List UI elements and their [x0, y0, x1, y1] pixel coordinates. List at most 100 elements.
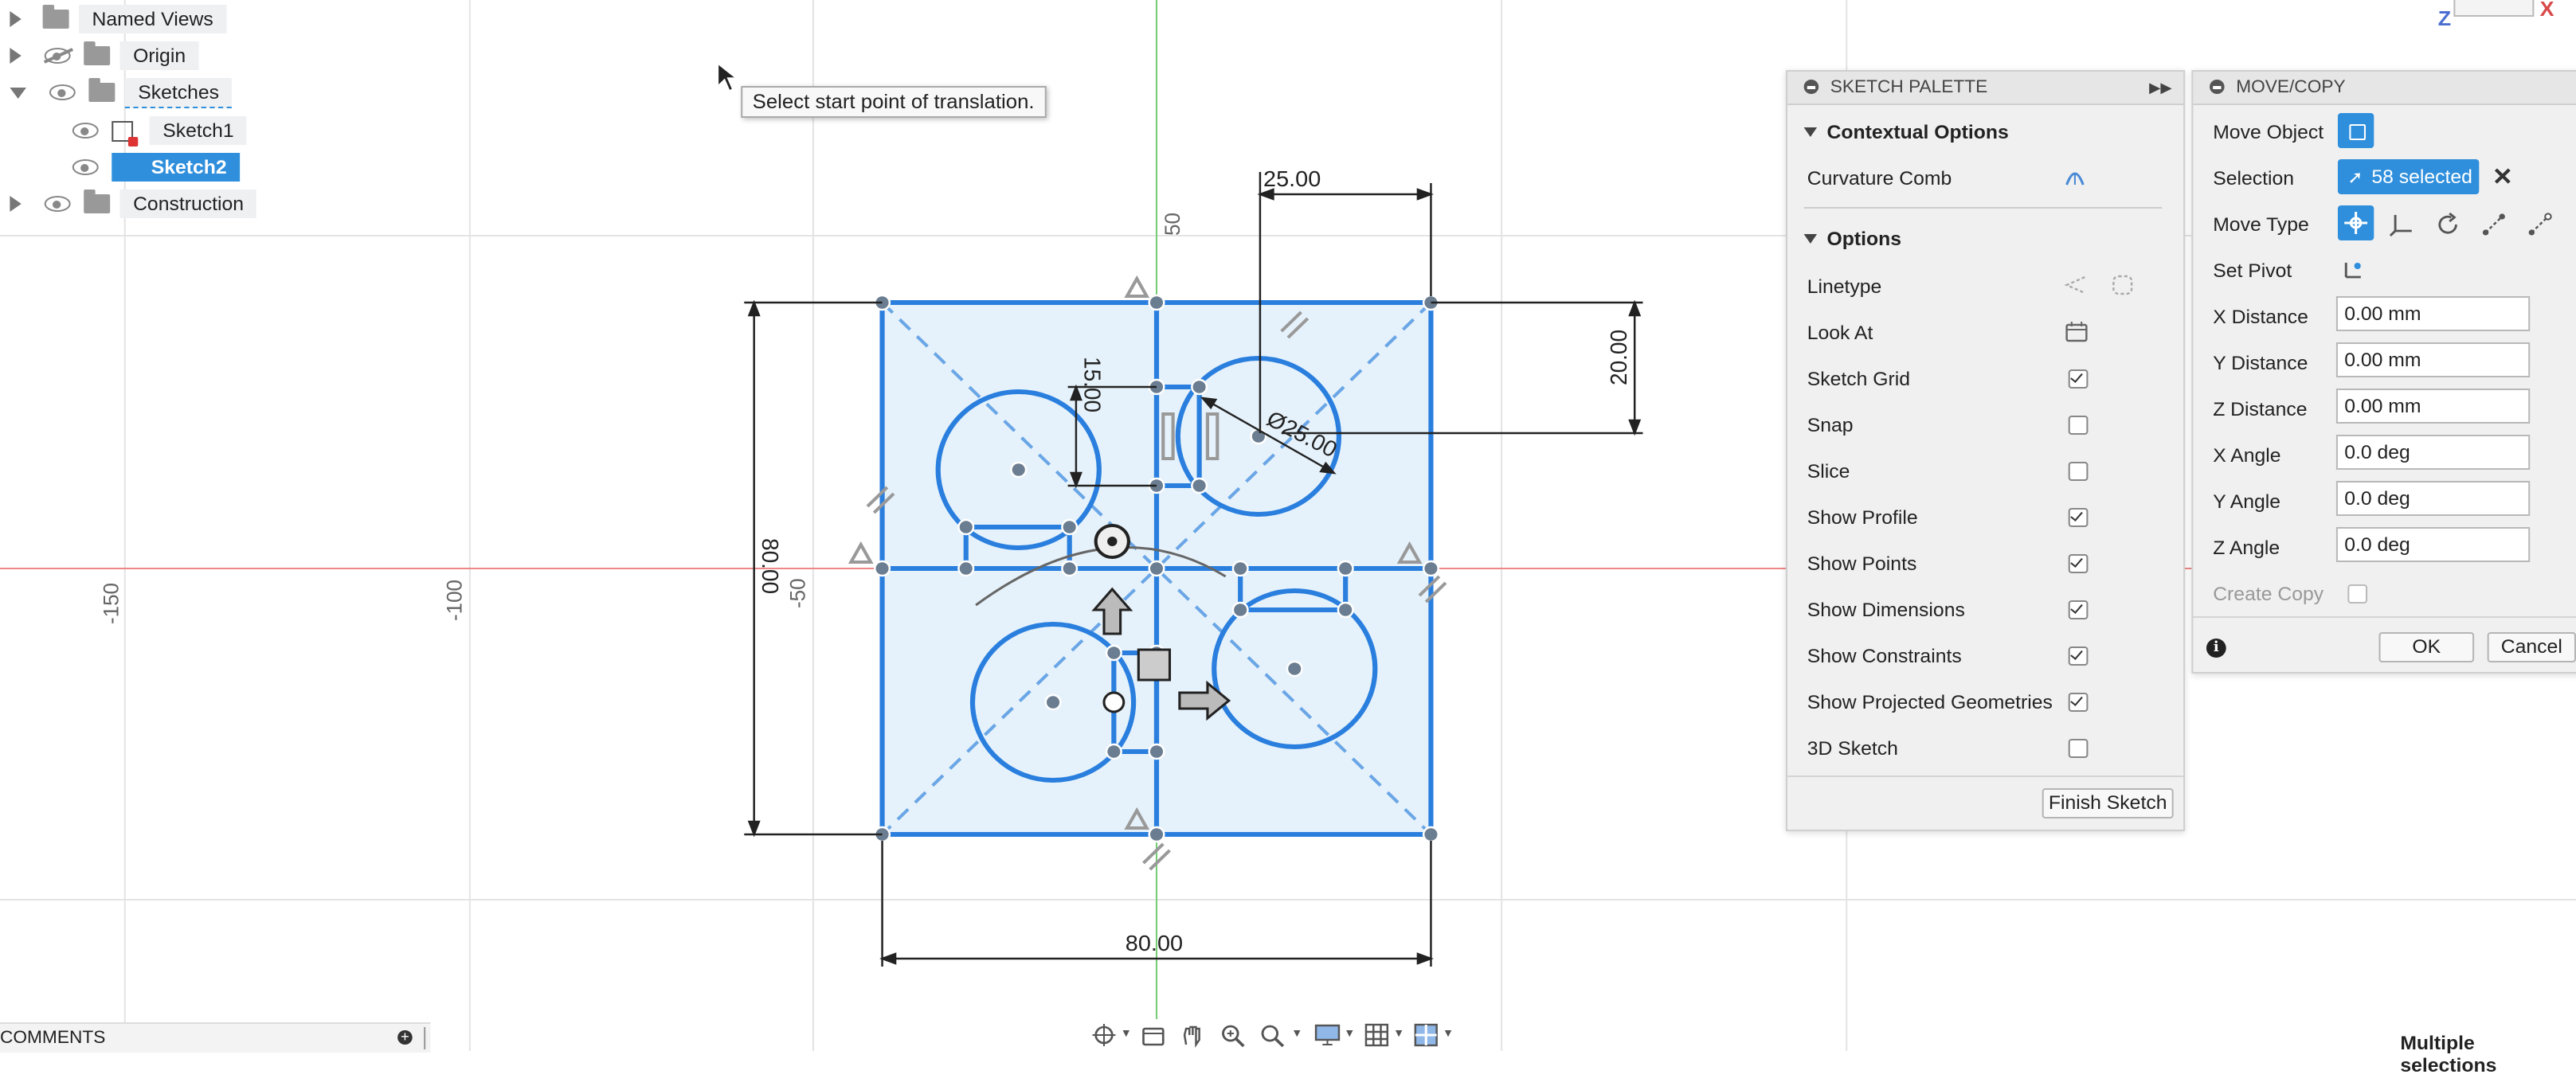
- orbit-icon[interactable]: [1091, 1022, 1118, 1048]
- z-angle-input[interactable]: 0.0 deg: [2335, 527, 2531, 562]
- chevron-down-icon[interactable]: ▼: [1344, 1029, 1355, 1040]
- cancel-button[interactable]: Cancel: [2487, 632, 2576, 662]
- viewports-icon[interactable]: [1413, 1022, 1439, 1048]
- move-type-translate-icon[interactable]: [2389, 212, 2415, 237]
- dim-80-horizontal[interactable]: 80.00: [1126, 931, 1183, 956]
- view-cube[interactable]: [2453, 0, 2535, 17]
- option-show-projected-label: Show Projected Geometries: [1807, 691, 2053, 713]
- expand-arrows-icon[interactable]: ▶▶: [2149, 72, 2172, 104]
- dim-80-vertical[interactable]: 80.00: [757, 538, 782, 594]
- look-at-icon[interactable]: [1140, 1022, 1166, 1048]
- show-profile-checkbox[interactable]: [2068, 508, 2089, 527]
- linetype-icon[interactable]: [2064, 274, 2087, 296]
- expand-icon[interactable]: [10, 11, 22, 27]
- tree-item-sketch2[interactable]: Sketch2: [72, 151, 241, 183]
- move-type-rotate-icon[interactable]: [2435, 212, 2461, 237]
- show-points-checkbox[interactable]: [2068, 554, 2089, 573]
- show-dimensions-checkbox[interactable]: [2068, 600, 2089, 619]
- y-angle-input[interactable]: 0.0 deg: [2335, 481, 2531, 516]
- eye-icon[interactable]: [72, 159, 99, 175]
- navigation-toolbar: ▼ ▼ ▼ ▼ ▼: [1084, 1019, 1455, 1051]
- chevron-down-icon[interactable]: ▼: [1393, 1029, 1404, 1040]
- collapse-icon[interactable]: [10, 87, 26, 98]
- y-distance-label: Y Distance: [2213, 352, 2308, 374]
- tree-item-origin[interactable]: Origin: [10, 40, 199, 72]
- create-copy-checkbox[interactable]: [2347, 584, 2368, 604]
- sketch-viewport[interactable]: -150 -100 -50 50 25.00 20.00 15.00 Ø25.0…: [0, 0, 2576, 1086]
- create-copy-label: Create Copy: [2213, 583, 2324, 605]
- pan-icon[interactable]: [1180, 1022, 1206, 1048]
- finish-sketch-button[interactable]: Finish Sketch: [2042, 788, 2174, 818]
- chevron-down-icon[interactable]: ▼: [1291, 1029, 1302, 1040]
- collapse-icon[interactable]: [2210, 80, 2225, 94]
- info-icon[interactable]: i: [2206, 639, 2226, 658]
- axis-label-neg50: -50: [785, 578, 809, 608]
- slice-checkbox[interactable]: [2068, 462, 2089, 481]
- viewcube-z-label: Z: [2437, 6, 2452, 30]
- move-type-point-to-point-icon[interactable]: [2480, 212, 2507, 237]
- sketch-palette: SKETCH PALETTE ▶▶ Contextual Options Cur…: [1785, 70, 2186, 831]
- tree-item-sketch1[interactable]: Sketch1: [72, 115, 248, 146]
- eye-icon[interactable]: [49, 84, 76, 100]
- z-distance-label: Z Distance: [2213, 398, 2308, 420]
- dim-20[interactable]: 20.00: [1606, 330, 1631, 385]
- divider: [424, 1027, 426, 1049]
- look-at-icon[interactable]: [2065, 320, 2089, 342]
- 3d-sketch-checkbox[interactable]: [2068, 739, 2089, 758]
- comments-bar[interactable]: COMMENTS +: [0, 1022, 431, 1053]
- sketch-grid-checkbox[interactable]: [2068, 369, 2089, 389]
- dim-15[interactable]: 15.00: [1079, 357, 1104, 412]
- expand-icon[interactable]: [10, 48, 22, 64]
- y-distance-input[interactable]: 0.00 mm: [2335, 342, 2531, 377]
- option-look-at-label: Look At: [1807, 322, 1873, 344]
- section-options[interactable]: Options: [1803, 228, 1901, 250]
- dim-25[interactable]: 25.00: [1263, 166, 1321, 192]
- curvature-comb-icon[interactable]: [2064, 166, 2087, 188]
- x-distance-input[interactable]: 0.00 mm: [2335, 296, 2531, 331]
- clear-selection-icon[interactable]: ✕: [2492, 162, 2513, 191]
- show-projected-checkbox[interactable]: [2068, 693, 2089, 712]
- x-angle-input[interactable]: 0.0 deg: [2335, 435, 2531, 470]
- move-type-free[interactable]: [2337, 205, 2374, 240]
- move-object-selector[interactable]: [2337, 113, 2374, 148]
- divider: [2193, 616, 2576, 618]
- expand-icon[interactable]: [10, 196, 22, 212]
- display-settings-icon[interactable]: [1314, 1022, 1341, 1048]
- collapse-icon[interactable]: [1803, 80, 1819, 94]
- move-copy-header[interactable]: MOVE/COPY: [2193, 72, 2576, 105]
- sketch-profile[interactable]: [848, 275, 1447, 871]
- sketch-palette-header[interactable]: SKETCH PALETTE ▶▶: [1787, 72, 2184, 105]
- eye-icon[interactable]: [44, 196, 71, 212]
- tree-item-sketches[interactable]: Sketches: [10, 76, 233, 108]
- axis-label-neg150: -150: [99, 583, 123, 624]
- caret-down-icon: [1803, 127, 1818, 137]
- folder-icon: [88, 78, 115, 102]
- viewcube-x-label: X: [2539, 0, 2554, 21]
- set-pivot-icon[interactable]: [2341, 256, 2367, 282]
- option-slice-label: Slice: [1807, 460, 1850, 482]
- zoom-icon[interactable]: [1259, 1022, 1285, 1048]
- z-distance-input[interactable]: 0.00 mm: [2335, 389, 2531, 424]
- tree-item-construction[interactable]: Construction: [10, 188, 257, 220]
- move-type-point-to-position-icon[interactable]: [2527, 212, 2553, 237]
- status-text: Multiple selections: [2400, 1032, 2497, 1076]
- section-contextual-options[interactable]: Contextual Options: [1803, 121, 2009, 143]
- chevron-down-icon[interactable]: ▼: [1443, 1029, 1454, 1040]
- option-linetype-label: Linetype: [1807, 275, 1882, 298]
- snap-checkbox[interactable]: [2068, 416, 2089, 435]
- folder-icon: [42, 5, 69, 29]
- ok-button[interactable]: OK: [2378, 632, 2475, 662]
- eye-icon[interactable]: [72, 123, 99, 139]
- selection-chip[interactable]: ➚ 58 selected: [2337, 159, 2480, 194]
- add-comment-icon[interactable]: +: [397, 1029, 413, 1045]
- axis-label-pos50: 50: [1161, 213, 1184, 236]
- tree-item-named-views[interactable]: Named Views: [10, 3, 227, 35]
- show-constraints-checkbox[interactable]: [2068, 647, 2089, 666]
- option-snap-label: Snap: [1807, 414, 1854, 436]
- construction-icon[interactable]: [2111, 274, 2134, 296]
- option-show-constraints-label: Show Constraints: [1807, 645, 1962, 667]
- chevron-down-icon[interactable]: ▼: [1121, 1029, 1132, 1040]
- eye-hidden-icon[interactable]: [44, 48, 71, 64]
- grid-snaps-icon[interactable]: [1364, 1022, 1390, 1048]
- zoom-window-icon[interactable]: [1219, 1022, 1245, 1048]
